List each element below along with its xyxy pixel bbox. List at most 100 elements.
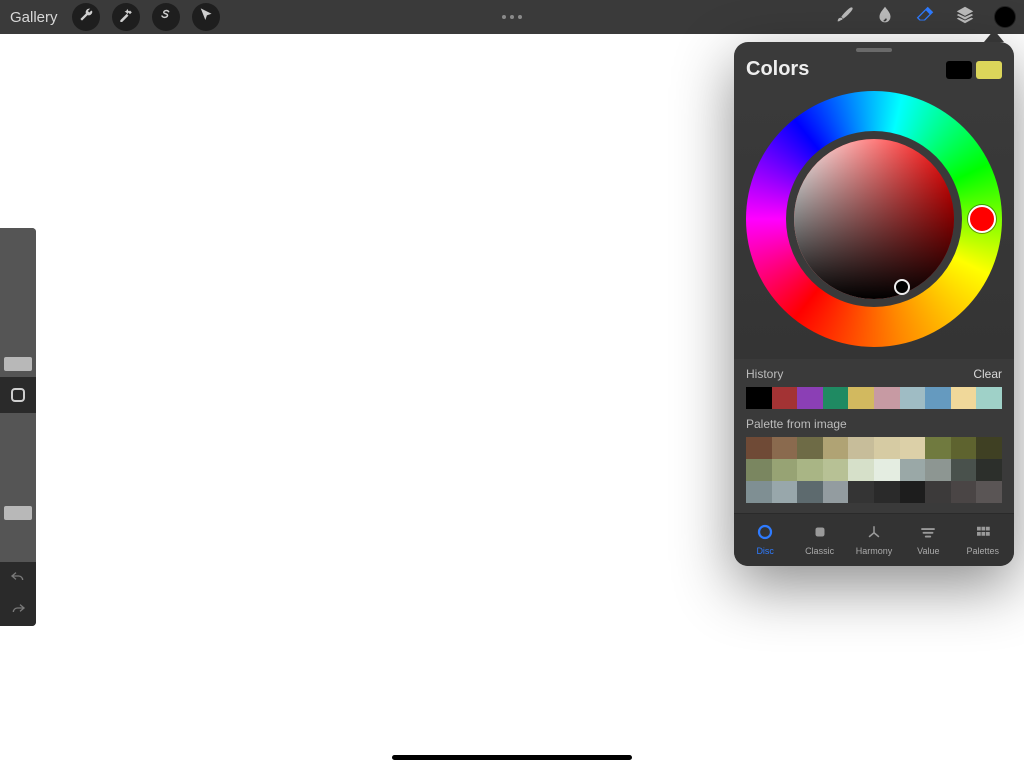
classic-icon — [810, 522, 830, 542]
tab-classic-label: Classic — [805, 546, 834, 556]
palette-swatch[interactable] — [951, 459, 977, 481]
undo-icon — [10, 569, 26, 588]
eraser-tool-button[interactable] — [914, 6, 936, 28]
history-swatch[interactable] — [772, 387, 798, 409]
clear-history-button[interactable]: Clear — [973, 367, 1002, 381]
selection-s-icon — [158, 7, 174, 28]
history-swatch[interactable] — [823, 387, 849, 409]
palette-swatch[interactable] — [874, 481, 900, 503]
brush-icon — [834, 4, 856, 31]
tab-harmony-label: Harmony — [856, 546, 893, 556]
history-swatch[interactable] — [900, 387, 926, 409]
palette-swatch[interactable] — [772, 481, 798, 503]
adjustments-wand-button[interactable] — [112, 3, 140, 31]
palette-swatch[interactable] — [848, 481, 874, 503]
saturation-value-disc[interactable] — [794, 139, 954, 299]
palette-swatch[interactable] — [848, 437, 874, 459]
modify-button[interactable] — [0, 377, 36, 413]
brush-size-slider[interactable] — [0, 228, 36, 377]
history-swatch[interactable] — [746, 387, 772, 409]
redo-icon — [10, 601, 26, 620]
tab-classic[interactable]: Classic — [795, 522, 845, 556]
home-indicator — [392, 755, 632, 760]
sv-cursor[interactable] — [894, 279, 910, 295]
palette-swatch[interactable] — [823, 437, 849, 459]
tab-value-label: Value — [917, 546, 939, 556]
opacity-thumb[interactable] — [4, 506, 32, 520]
actions-wrench-button[interactable] — [72, 3, 100, 31]
palette-swatch[interactable] — [772, 459, 798, 481]
layers-button[interactable] — [954, 6, 976, 28]
palette-swatch[interactable] — [900, 459, 926, 481]
palette-swatch[interactable] — [797, 481, 823, 503]
primary-color-swatch[interactable] — [946, 61, 972, 79]
left-sidebar — [0, 228, 36, 626]
history-swatch[interactable] — [874, 387, 900, 409]
layers-icon — [954, 4, 976, 31]
color-panel: Colors History Clear Palette from image — [734, 42, 1014, 566]
harmony-icon — [864, 522, 884, 542]
wand-icon — [118, 7, 134, 28]
tab-palettes-label: Palettes — [966, 546, 999, 556]
palette-swatch[interactable] — [925, 459, 951, 481]
palette-swatch[interactable] — [874, 459, 900, 481]
history-swatch[interactable] — [951, 387, 977, 409]
arrow-cursor-icon — [198, 7, 214, 28]
tab-palettes[interactable]: Palettes — [958, 522, 1008, 556]
tab-disc[interactable]: Disc — [740, 522, 790, 556]
disc-icon — [755, 522, 775, 542]
tab-disc-label: Disc — [756, 546, 774, 556]
palette-swatch[interactable] — [797, 437, 823, 459]
top-toolbar: Gallery — [0, 0, 1024, 34]
palette-swatch[interactable] — [951, 437, 977, 459]
tab-harmony[interactable]: Harmony — [849, 522, 899, 556]
palette-swatch[interactable] — [823, 459, 849, 481]
secondary-color-swatch[interactable] — [976, 61, 1002, 79]
transform-arrow-button[interactable] — [192, 3, 220, 31]
palette-swatch[interactable] — [797, 459, 823, 481]
brush-tool-button[interactable] — [834, 6, 856, 28]
redo-button[interactable] — [0, 594, 36, 626]
palette-swatch[interactable] — [951, 481, 977, 503]
wrench-icon — [78, 7, 94, 28]
palette-swatch[interactable] — [746, 481, 772, 503]
gallery-button[interactable]: Gallery — [10, 9, 58, 26]
undo-button[interactable] — [0, 562, 36, 594]
eraser-icon — [914, 4, 936, 31]
value-icon — [918, 522, 938, 542]
history-swatch[interactable] — [976, 387, 1002, 409]
palette-swatch[interactable] — [746, 437, 772, 459]
color-panel-tabs: Disc Classic Harmony Value Palettes — [734, 513, 1014, 566]
history-swatch[interactable] — [797, 387, 823, 409]
palette-swatch[interactable] — [900, 437, 926, 459]
selection-button[interactable] — [152, 3, 180, 31]
palette-swatch[interactable] — [900, 481, 926, 503]
palette-swatch[interactable] — [925, 481, 951, 503]
palette-grid — [746, 437, 1002, 503]
more-menu-button[interactable] — [502, 15, 522, 19]
palette-swatch[interactable] — [925, 437, 951, 459]
palette-swatch[interactable] — [772, 437, 798, 459]
hue-cursor[interactable] — [968, 205, 996, 233]
opacity-slider[interactable] — [0, 413, 36, 562]
palette-label: Palette from image — [746, 417, 847, 431]
palette-swatch[interactable] — [746, 459, 772, 481]
tab-value[interactable]: Value — [903, 522, 953, 556]
color-wheel[interactable] — [746, 91, 1002, 347]
brush-size-thumb[interactable] — [4, 357, 32, 371]
palette-swatch[interactable] — [976, 459, 1002, 481]
smudge-tool-button[interactable] — [874, 6, 896, 28]
current-color-button[interactable] — [994, 6, 1016, 28]
palette-swatch[interactable] — [823, 481, 849, 503]
palette-swatch[interactable] — [976, 481, 1002, 503]
history-label: History — [746, 367, 783, 381]
palette-swatch[interactable] — [874, 437, 900, 459]
history-swatch-row — [746, 387, 1002, 409]
square-icon — [11, 388, 25, 402]
palette-swatch[interactable] — [848, 459, 874, 481]
smudge-icon — [874, 4, 896, 31]
palette-swatch[interactable] — [976, 437, 1002, 459]
right-tool-group — [834, 0, 1016, 34]
history-swatch[interactable] — [848, 387, 874, 409]
history-swatch[interactable] — [925, 387, 951, 409]
